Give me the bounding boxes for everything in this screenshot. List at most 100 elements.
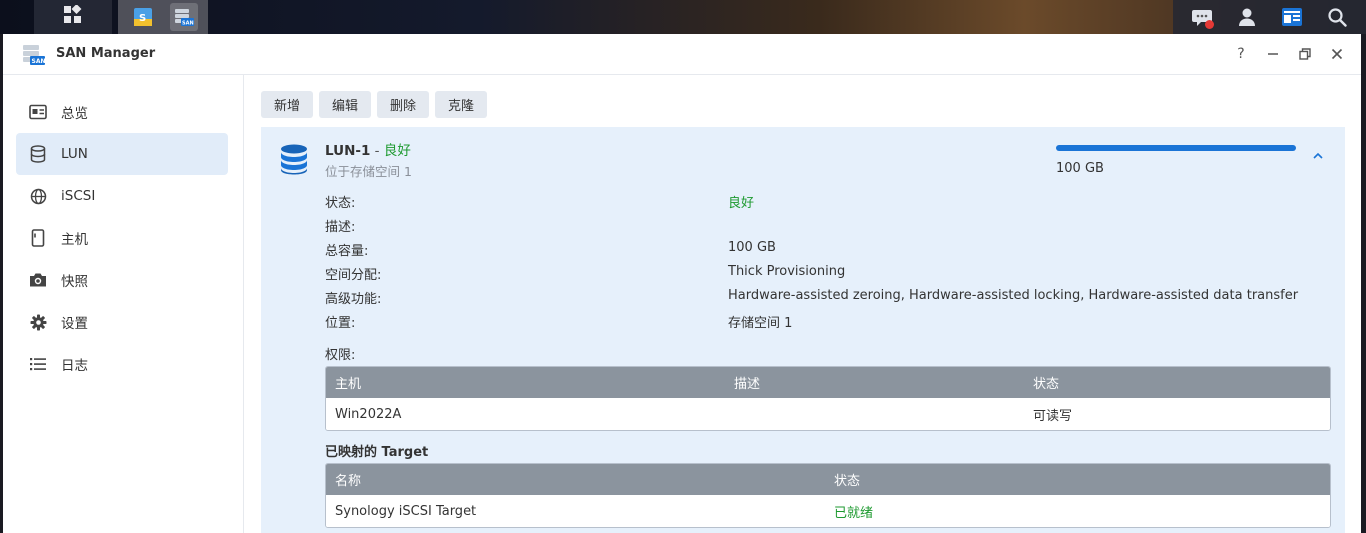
column-header-status[interactable]: 状态	[1024, 373, 1330, 392]
sidebar-item-label: LUN	[61, 146, 88, 162]
detail-value-total-capacity: 100 GB	[728, 240, 776, 255]
sidebar-item-label: 设置	[61, 316, 88, 332]
sidebar-item-logs[interactable]: 日志	[16, 343, 228, 385]
detail-value-status: 良好	[728, 196, 755, 211]
apps-grid-icon	[63, 4, 83, 29]
cell-status: 已就绪	[834, 505, 874, 521]
detail-label-advanced-features: 高级功能:	[325, 292, 382, 307]
capacity-bar-fill	[1056, 145, 1296, 151]
sidebar-item-label: iSCSI	[61, 188, 96, 204]
search-button[interactable]	[1323, 3, 1351, 31]
user-icon	[1238, 8, 1255, 26]
column-header-name[interactable]: 名称	[326, 470, 825, 489]
san-manager-window: SAN SAN Manager ? 总览 LUN iSCSI 主机 快照 设置 …	[3, 34, 1361, 533]
detail-value-advanced-features: Hardware-assisted zeroing, Hardware-assi…	[728, 288, 1299, 303]
clone-button[interactable]: 克隆	[435, 91, 488, 118]
cell-host: Win2022A	[335, 406, 402, 422]
detail-label-location: 位置:	[325, 316, 356, 331]
app-title: SAN Manager	[56, 46, 156, 61]
target-table: 名称 状态 Synology iSCSI Target 已就绪	[325, 463, 1331, 528]
permissions-label: 权限:	[325, 348, 356, 363]
delete-button[interactable]: 删除	[377, 91, 430, 118]
notification-badge	[1204, 20, 1214, 29]
column-header-status[interactable]: 状态	[825, 470, 1330, 489]
close-button[interactable]	[1327, 44, 1347, 64]
sidebar: 总览 LUN iSCSI 主机 快照 设置 日志	[3, 75, 244, 533]
help-icon: ?	[1237, 46, 1245, 62]
widgets-icon	[1282, 8, 1303, 26]
detail-label-description: 描述:	[325, 220, 356, 235]
detail-label-total-capacity: 总容量:	[325, 244, 369, 259]
lun-status: 良好	[383, 143, 411, 159]
taskbar-app-san-manager[interactable]: SAN	[169, 3, 198, 31]
sidebar-item-label: 主机	[61, 232, 88, 248]
column-header-host[interactable]: 主机	[326, 373, 725, 392]
gear-icon	[29, 313, 47, 331]
sidebar-item-label: 总览	[61, 106, 88, 122]
lun-title: LUN-1 - 良好	[325, 139, 411, 159]
toolbar: 新增 编辑 删除 克隆	[261, 91, 488, 118]
help-button[interactable]: ?	[1231, 44, 1251, 64]
globe-icon	[29, 187, 47, 205]
lun-location-line: 位于存储空间 1	[325, 164, 412, 179]
sidebar-item-lun[interactable]: LUN	[16, 133, 228, 175]
san-manager-icon: SAN	[174, 9, 194, 27]
sidebar-item-label: 日志	[61, 358, 88, 374]
search-icon	[1328, 8, 1348, 27]
capacity-text: 100 GB	[1056, 161, 1104, 176]
user-button[interactable]	[1233, 3, 1261, 31]
sidebar-item-snapshots[interactable]: 快照	[16, 259, 228, 301]
svg-text:S: S	[139, 13, 146, 24]
window-titlebar[interactable]: SAN SAN Manager ?	[3, 34, 1361, 75]
column-header-description[interactable]: 描述	[725, 373, 1024, 392]
table-row[interactable]: Win2022A 可读写	[326, 398, 1330, 430]
host-icon	[29, 229, 47, 247]
taskbar: S SAN	[0, 0, 1366, 34]
capacity-bar	[1056, 145, 1296, 151]
detail-value-location: 存储空间 1	[728, 316, 793, 331]
sidebar-item-overview[interactable]: 总览	[16, 91, 228, 133]
window-controls: ?	[1231, 44, 1347, 64]
mapped-target-label: 已映射的 Target	[325, 445, 429, 460]
add-button[interactable]: 新增	[261, 91, 314, 118]
chevron-up-icon[interactable]	[1311, 149, 1325, 163]
permissions-table-header: 主机 描述 状态	[326, 367, 1330, 398]
storage-manager-icon: S	[133, 8, 152, 26]
svg-text:SAN: SAN	[182, 21, 194, 27]
detail-label-space-allocation: 空间分配:	[325, 268, 382, 283]
sidebar-item-settings[interactable]: 设置	[16, 301, 228, 343]
minimize-icon	[1268, 53, 1278, 55]
san-manager-logo-icon: SAN	[23, 45, 46, 65]
permissions-table: 主机 描述 状态 Win2022A 可读写	[325, 366, 1331, 431]
list-icon	[29, 355, 47, 373]
notifications-button[interactable]	[1188, 3, 1216, 31]
widgets-button[interactable]	[1278, 3, 1306, 31]
lun-detail-panel[interactable]: LUN-1 - 良好 位于存储空间 1 100 GB 状态: 良好 描述: 总容…	[261, 127, 1345, 533]
lun-title-separator: -	[370, 143, 384, 159]
database-icon	[29, 145, 47, 163]
camera-icon	[29, 271, 47, 289]
main-content: 新增 编辑 删除 克隆 LUN-1 - 良好 位于存储空间 1 100 GB 状…	[244, 75, 1361, 533]
restore-icon	[1299, 48, 1311, 60]
minimize-button[interactable]	[1263, 44, 1283, 64]
taskbar-tray	[1173, 0, 1366, 34]
lun-name: LUN-1	[325, 143, 371, 159]
detail-label-status: 状态:	[325, 196, 356, 211]
svg-text:SAN: SAN	[32, 58, 46, 65]
main-menu-button[interactable]	[34, 0, 112, 34]
cell-status: 可读写	[1033, 408, 1073, 424]
target-table-header: 名称 状态	[326, 464, 1330, 495]
taskbar-apps: S SAN	[118, 0, 208, 34]
overview-icon	[29, 103, 47, 121]
cell-name: Synology iSCSI Target	[335, 503, 477, 519]
lun-database-icon	[281, 144, 307, 175]
sidebar-item-hosts[interactable]: 主机	[16, 217, 228, 259]
close-icon	[1331, 48, 1343, 60]
edit-button[interactable]: 编辑	[319, 91, 372, 118]
taskbar-app-storage[interactable]: S	[129, 3, 157, 31]
table-row[interactable]: Synology iSCSI Target 已就绪	[326, 495, 1330, 527]
sidebar-item-label: 快照	[61, 274, 88, 290]
sidebar-item-iscsi[interactable]: iSCSI	[16, 175, 228, 217]
restore-button[interactable]	[1295, 44, 1315, 64]
detail-value-space-allocation: Thick Provisioning	[728, 264, 846, 279]
